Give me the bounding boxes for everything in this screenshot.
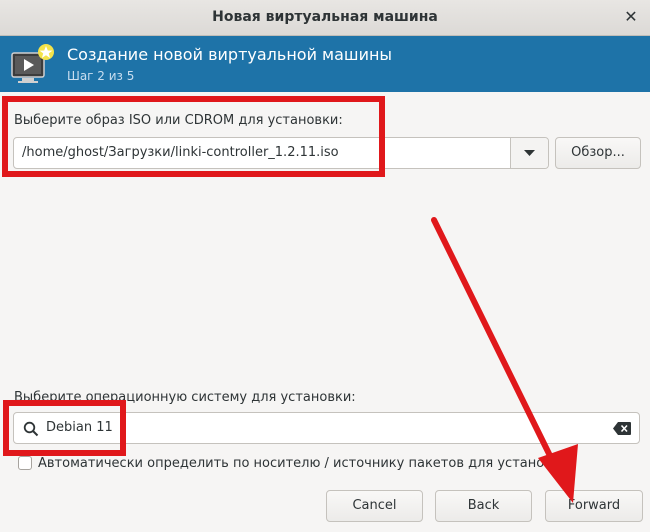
auto-detect-label[interactable]: Автоматически определить по носителю / и… (38, 456, 568, 471)
forward-button[interactable]: Forward (545, 490, 643, 522)
search-icon (23, 421, 39, 437)
window-title: Новая виртуальная машина (212, 9, 438, 25)
close-icon[interactable]: ✕ (620, 6, 642, 28)
iso-path-combobox[interactable]: /home/ghost/Загрузки/linki-controller_1.… (13, 137, 549, 169)
browse-button[interactable]: Обзор... (555, 137, 641, 169)
auto-detect-checkbox[interactable] (18, 456, 32, 470)
wizard-step: Шаг 2 из 5 (67, 69, 135, 83)
wizard-header: Создание новой виртуальной машины Шаг 2 … (0, 36, 650, 92)
iso-label: Выберите образ ISO или CDROM для установ… (14, 113, 343, 128)
back-button[interactable]: Back (435, 490, 532, 522)
iso-path-value[interactable]: /home/ghost/Загрузки/linki-controller_1.… (22, 145, 339, 160)
iso-dropdown-button[interactable] (511, 138, 548, 168)
chevron-down-icon (524, 150, 535, 156)
os-search-value[interactable]: Debian 11 (46, 420, 113, 435)
os-search-input[interactable]: Debian 11 (13, 412, 640, 444)
window-titlebar: Новая виртуальная машина ✕ (0, 0, 650, 36)
clear-icon[interactable] (613, 422, 631, 435)
vm-monitor-icon (11, 44, 54, 83)
os-label: Выберите операционную систему для устано… (14, 390, 356, 405)
wizard-title: Создание новой виртуальной машины (67, 45, 393, 64)
cancel-button[interactable]: Cancel (326, 490, 423, 522)
